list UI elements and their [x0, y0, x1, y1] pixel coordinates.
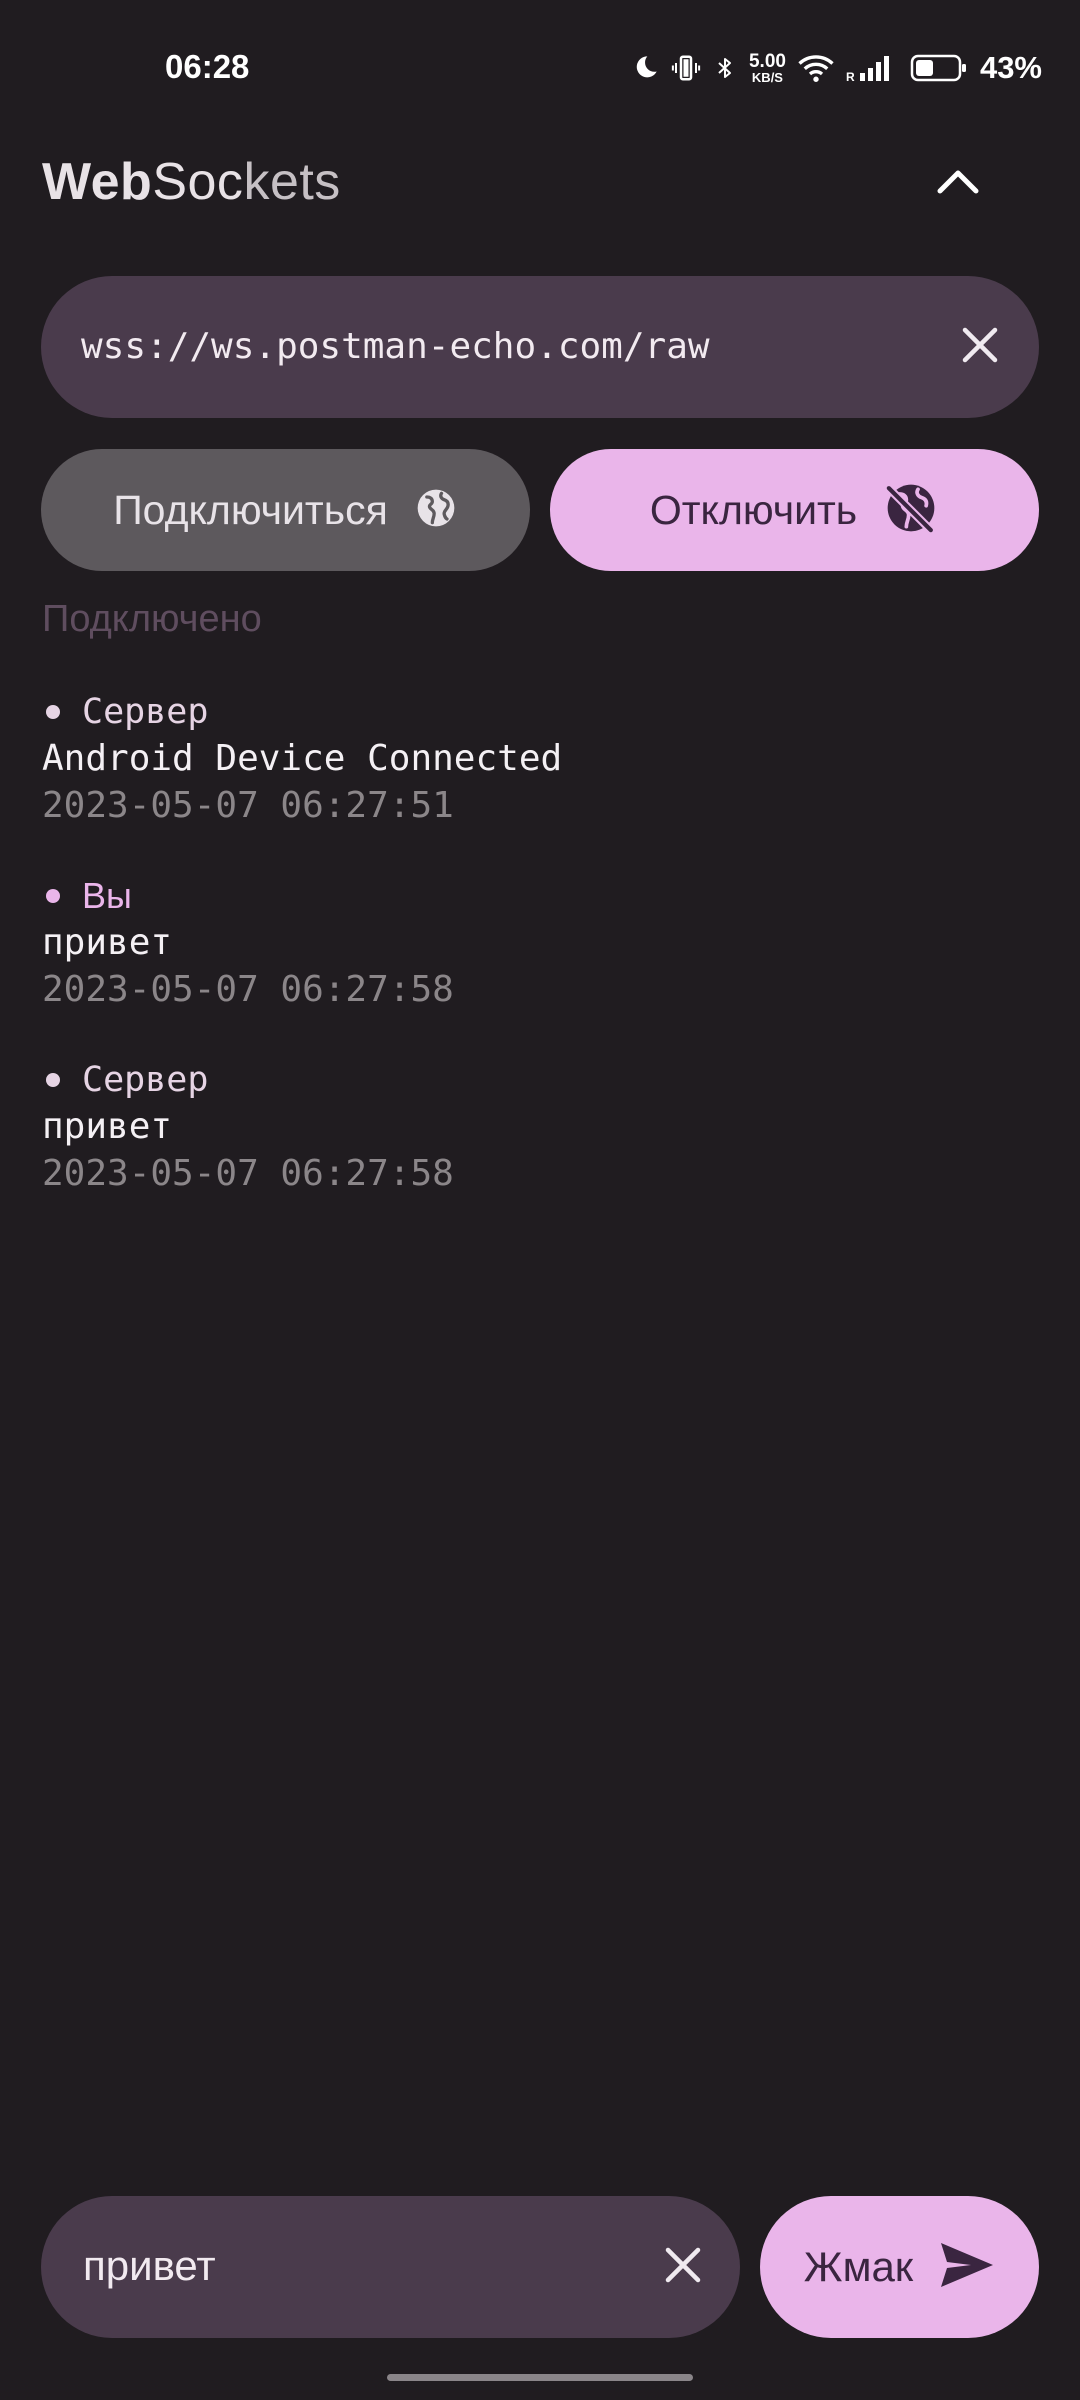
status-bar: 06:28 5.00 KB/S R 43%: [0, 0, 1080, 140]
globe-off-icon: [883, 480, 939, 540]
close-icon: [663, 2245, 703, 2289]
net-speed-value: 5.00: [748, 51, 786, 72]
message-text: Android Device Connected: [42, 738, 563, 779]
collapse-button[interactable]: [910, 150, 1006, 216]
message-list[interactable]: Сервер Android Device Connected 2023-05-…: [42, 688, 1042, 1240]
message-item: Вы привет 2023-05-07 06:27:58: [42, 872, 1042, 1056]
globe-icon: [414, 486, 458, 534]
message-timestamp: 2023-05-07 06:27:58: [42, 1153, 454, 1194]
wifi-icon: [798, 53, 834, 83]
battery-percent: 43%: [979, 50, 1042, 85]
app-title-light: kets: [243, 153, 341, 211]
message-item: Сервер привет 2023-05-07 06:27:58: [42, 1056, 1042, 1240]
message-text: привет: [42, 922, 173, 963]
svg-text:R: R: [846, 70, 855, 83]
message-input[interactable]: привет: [83, 2242, 216, 2290]
send-icon: [939, 2241, 995, 2293]
message-sender: Сервер: [42, 688, 208, 736]
home-indicator: [387, 2374, 693, 2381]
sender-dot-icon: [46, 1073, 60, 1087]
app-title-regular: Soc: [152, 153, 244, 211]
message-field[interactable]: привет: [41, 2196, 740, 2338]
bluetooth-icon: [713, 53, 737, 83]
chevron-up-icon: [934, 165, 982, 201]
url-clear-button[interactable]: [945, 312, 1015, 382]
app-title: WebSockets: [42, 152, 341, 212]
message-sender: Сервер: [42, 1056, 208, 1104]
disconnect-button-label: Отключить: [649, 486, 858, 533]
sender-dot-icon: [46, 705, 60, 719]
message-text: привет: [42, 1106, 173, 1147]
status-icons: 5.00 KB/S R 43%: [631, 48, 1042, 88]
message-timestamp: 2023-05-07 06:27:58: [42, 969, 454, 1010]
battery-icon: [910, 53, 968, 83]
message-sender-label: Сервер: [82, 1060, 209, 1100]
disconnect-button[interactable]: Отключить: [550, 449, 1039, 571]
app-title-bold: Web: [42, 153, 153, 211]
sender-dot-icon: [46, 889, 60, 903]
connect-button-label: Подключиться: [113, 486, 388, 533]
net-speed: 5.00 KB/S: [749, 52, 786, 84]
connection-status: Подключено: [42, 598, 262, 640]
message-clear-button[interactable]: [648, 2232, 718, 2302]
close-icon: [960, 325, 1000, 369]
status-time: 06:28: [165, 48, 250, 85]
url-input[interactable]: wss://ws.postman-echo.com/raw: [81, 326, 710, 367]
message-sender-label: Сервер: [82, 692, 209, 732]
url-field[interactable]: wss://ws.postman-echo.com/raw: [41, 276, 1039, 418]
send-button[interactable]: Жмак: [760, 2196, 1039, 2338]
message-timestamp: 2023-05-07 06:27:51: [42, 785, 454, 826]
message-item: Сервер Android Device Connected 2023-05-…: [42, 688, 1042, 872]
connect-button[interactable]: Подключиться: [41, 449, 530, 571]
net-speed-unit: KB/S: [751, 70, 783, 85]
signal-icon: R: [846, 53, 898, 83]
message-sender: Вы: [42, 872, 132, 920]
message-sender-label: Вы: [82, 875, 132, 916]
send-button-label: Жмак: [803, 2243, 914, 2290]
vibrate-icon: [671, 53, 701, 83]
moon-icon: [631, 54, 659, 82]
